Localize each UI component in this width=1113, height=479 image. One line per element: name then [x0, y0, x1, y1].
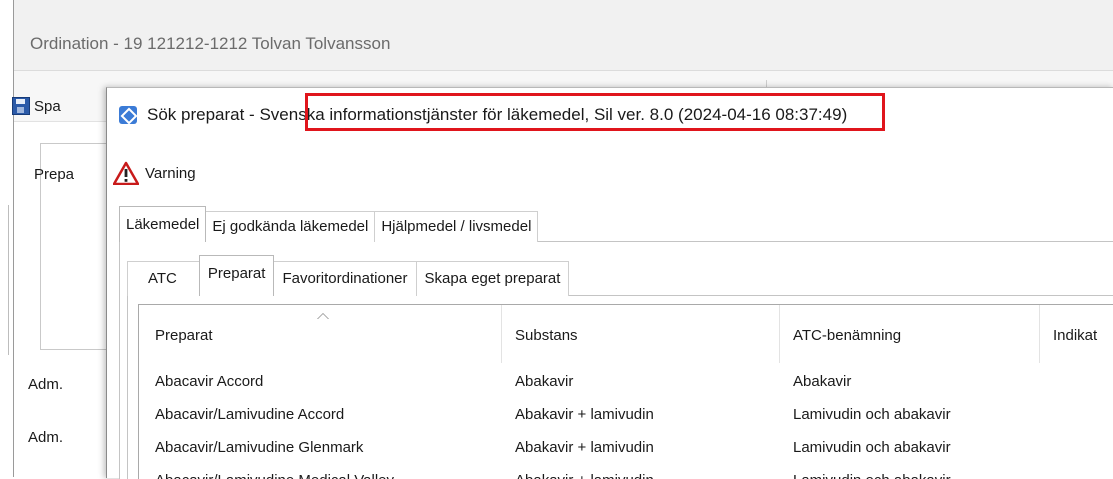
dialog-title-bar[interactable]: Sök preparat - Svenska informationstjäns… — [107, 88, 1113, 142]
list-header: Preparat Substans ATC-benämning Indikat — [139, 305, 1113, 363]
tab-atc[interactable]: ATC — [127, 261, 200, 296]
tab-preparat[interactable]: Preparat — [198, 255, 275, 296]
warning-indicator[interactable]: Varning — [113, 161, 196, 185]
warning-label: Varning — [145, 164, 196, 182]
inner-tab-strip: ATC Preparat Favoritordinationer Skapa e… — [127, 252, 570, 296]
ordination-title-bar: Ordination - 19 121212-1212 Tolvan Tolva… — [14, 0, 1113, 71]
cell-preparat: Abacavir/Lamivudine Glenmark — [155, 439, 364, 456]
sok-preparat-dialog: Sök preparat - Svenska informationstjäns… — [106, 87, 1113, 479]
dialog-title-prefix: Sök preparat - — [147, 105, 260, 124]
adm-label-1: Adm. — [28, 376, 64, 393]
preparat-list[interactable]: Preparat Substans ATC-benämning Indikat … — [138, 304, 1113, 479]
tab-ej-godkanda-lakemedel[interactable]: Ej godkända läkemedel — [205, 211, 376, 242]
preparat-group-label: Prepa — [34, 166, 75, 183]
tab-favoritordinationer[interactable]: Favoritordinationer — [273, 261, 417, 296]
cell-atc-benamning: Abakavir — [793, 373, 852, 390]
background-window-edge — [0, 205, 9, 355]
cell-preparat: Abacavir Accord — [155, 373, 264, 390]
column-separator[interactable] — [501, 305, 502, 363]
cell-substans: Abakavir — [515, 373, 574, 390]
table-row[interactable]: Abacavir/Lamivudine Accord Abakavir + la… — [139, 402, 1113, 428]
cell-substans: Abakavir + lamivudin — [515, 406, 654, 423]
tab-hjalpmedel-livsmedel[interactable]: Hjälpmedel / livsmedel — [374, 211, 539, 242]
cell-atc-benamning: Lamivudin och abakavir — [793, 468, 951, 479]
ordination-title: Ordination - 19 121212-1212 Tolvan Tolva… — [30, 34, 391, 53]
column-header-preparat[interactable]: Preparat — [155, 327, 213, 344]
column-separator[interactable] — [1039, 305, 1040, 363]
table-row[interactable]: Abacavir/Lamivudine Medical Valley Abaka… — [139, 468, 1113, 479]
table-row[interactable]: Abacavir Accord Abakavir Abakavir — [139, 369, 1113, 395]
column-header-indikation[interactable]: Indikat — [1053, 327, 1097, 344]
tab-lakemedel[interactable]: Läkemedel — [119, 206, 207, 242]
top-tab-strip: Läkemedel Ej godkända läkemedel Hjälpmed… — [119, 206, 539, 242]
floppy-disk-icon — [12, 97, 30, 115]
sort-ascending-icon — [317, 313, 329, 319]
adm-label-2: Adm. — [28, 429, 64, 446]
table-row[interactable]: Abacavir/Lamivudine Glenmark Abakavir + … — [139, 435, 1113, 461]
cell-atc-benamning: Lamivudin och abakavir — [793, 439, 951, 456]
app-diamond-icon — [119, 106, 137, 124]
column-header-atc-benamning[interactable]: ATC-benämning — [793, 327, 901, 344]
cell-substans: Abakavir + lamivudin — [515, 468, 654, 479]
warning-triangle-icon — [113, 161, 139, 185]
column-header-substans[interactable]: Substans — [515, 327, 578, 344]
title-highlight-box — [305, 93, 885, 131]
save-button-label: Spa — [34, 97, 61, 115]
column-separator[interactable] — [779, 305, 780, 363]
cell-preparat: Abacavir/Lamivudine Medical Valley — [155, 468, 394, 479]
cell-substans: Abakavir + lamivudin — [515, 439, 654, 456]
tab-skapa-eget-preparat[interactable]: Skapa eget preparat — [415, 261, 570, 296]
cell-preparat: Abacavir/Lamivudine Accord — [155, 406, 345, 423]
cell-atc-benamning: Lamivudin och abakavir — [793, 406, 951, 423]
save-button[interactable]: Spa — [12, 95, 61, 117]
